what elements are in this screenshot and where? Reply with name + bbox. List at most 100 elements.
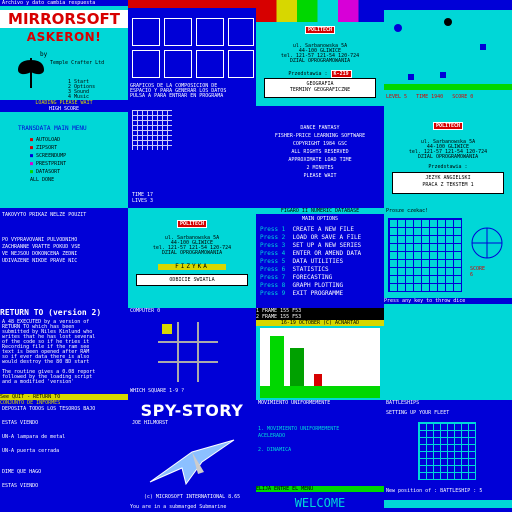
text-line: COPYRIGHT 1984 GSC: [292, 141, 348, 147]
option-row[interactable]: Press 1 CREATE A NEW FILE: [260, 226, 361, 234]
politech-badge: POLITECH: [176, 220, 208, 228]
menu-item[interactable]: ALL DONE: [30, 176, 66, 184]
top-line: Archivo y dato cambia respuesta: [0, 0, 128, 6]
text-line: VE NEJSOU DOKONCENA ZEDNI: [2, 251, 78, 257]
menu-item[interactable]: JEZYK ANGIELSKI: [393, 175, 503, 182]
text-line: 2 MINUTES: [306, 165, 334, 171]
topic-panel[interactable]: ODBICIE SWIATLA: [136, 274, 248, 286]
menu-item[interactable]: ■ ZIPSORT: [30, 144, 66, 152]
ground-strip: [384, 84, 512, 90]
bug-sprite: [440, 72, 446, 78]
jet-icon: [142, 432, 242, 490]
bottom-line: You are in a submarged Submarine: [130, 504, 227, 510]
tile-r5c3: MOVIMIENTO UNIFORMEMENTE 1. MOVIMIENTO U…: [256, 400, 384, 512]
address-line: DZIAL OPROGRAMOWANIA: [289, 58, 351, 64]
x-marker: [162, 324, 172, 334]
shape-cell: [164, 50, 192, 78]
shape-cell: [164, 18, 192, 46]
text-line: APPROXIMATE LOAD TIME: [288, 157, 352, 163]
shape-cell: [196, 50, 224, 78]
menu-item[interactable]: 2. DINAMICA: [258, 447, 339, 454]
tile-r4c4: [384, 308, 512, 400]
ground-strip: [260, 386, 380, 398]
wait-label: Prosze czekac!: [386, 208, 429, 214]
info-line: PULSA A PARA ENTRAR EN PROGRAMA: [130, 93, 224, 99]
target-icon: [470, 226, 504, 260]
welcome-text: WELCOME: [294, 496, 346, 510]
bug-sprite: [480, 44, 486, 50]
address-block: ul. Sarbanowska 5A 44-100 GLIWICE tel. 1…: [256, 44, 384, 64]
setup-prompt: SETTING UP YOUR FLEET: [386, 410, 450, 416]
bug-sprite: [394, 24, 402, 32]
menu-items: ■ AUTOLOAD ■ ZIPSORT ■ SCREENDUMP ■ PRES…: [30, 136, 66, 184]
menu-panel: GEOGRAFIA TERMINY GEOGRAFICZNE: [264, 78, 376, 98]
loading-text: DANCE FANTASY FISHER-PRICE LEARNING SOFT…: [256, 124, 384, 180]
menu-item[interactable]: PRACA Z TEKSTEM 1: [393, 182, 503, 189]
tile-r2c1: LOADING PLEASE WAIT HIGH SCORE TRANSDATA…: [0, 100, 128, 208]
text-line: ALL RIGHTS RESERVED: [291, 149, 349, 155]
bottom-bar: [384, 500, 512, 508]
tile-r2c3: DANCE FANTASY FISHER-PRICE LEARNING SOFT…: [256, 100, 384, 208]
option-row[interactable]: Press 8 GRAPH PLOTTING: [260, 282, 361, 290]
tile-r5c4: BATTLESHIPS SETTING UP YOUR FLEET New po…: [384, 400, 512, 512]
fleet-grid[interactable]: [418, 422, 476, 480]
spectrum-stripes: [256, 0, 384, 22]
menu-item[interactable]: TERMINY GEOGRAFICZNE: [265, 87, 375, 93]
text-line: PLEASE WAIT: [303, 173, 337, 179]
shape-cell: [228, 18, 254, 46]
tile-r4c3: 1 FRAME 155 F53 2 FRAME 155 F53 16-19 OC…: [256, 308, 384, 400]
tile-r5c2: SPY-STORY JOE HILMORST (c) MICROSOFT INT…: [128, 400, 256, 512]
shape-cell: [132, 50, 160, 78]
address-line: DZIAL OPROGRAMOWANIA: [417, 154, 479, 160]
option-row[interactable]: Press 7 FORECASTING: [260, 274, 361, 282]
db-header: FIGARO II NUMERIC DATABASE: [256, 208, 384, 214]
game-title: SPY-STORY: [140, 401, 244, 420]
options-title: MAIN OPTIONS: [301, 216, 339, 222]
menu-item[interactable]: 1. MOVIMIENTO UNIFORMEMENTE: [258, 426, 339, 433]
politech-badge: POLITECH: [432, 122, 464, 130]
code-badge: K-219: [330, 70, 352, 78]
shape-cell: [228, 50, 254, 78]
doc-title: RETURN TO (version 2): [0, 308, 102, 317]
physics-header: MOVIMIENTO UNIFORMEMENTE: [258, 400, 331, 406]
option-row[interactable]: Press 6 STATISTICS: [260, 266, 361, 274]
address-line: DZIAL OPROGRAMOWANIA: [161, 250, 223, 256]
brand-logo: MIRRORSOFT: [0, 10, 128, 28]
option-row[interactable]: Press 4 ENTER OR AMEND DATA: [260, 250, 361, 258]
lives-label: LIVES 3: [132, 198, 154, 204]
tictactoe-board[interactable]: [158, 322, 218, 382]
tile-r1c4: LEVEL 5 TIME 1940 SCORE 0: [384, 0, 512, 100]
subject-title: FIZYKA: [158, 264, 226, 270]
menu-item[interactable]: ■ DATASORT: [30, 168, 66, 176]
menu-list: 1 Start 2 Options 3 Sound 4 Music: [68, 80, 95, 100]
politech-badge: POLITECH: [304, 26, 336, 34]
option-row[interactable]: Press 9 EXIT PROGRAMME: [260, 290, 361, 298]
menu-item[interactable]: ■ PRESTPRINT: [30, 160, 66, 168]
computer-label: COMPUTER 0: [130, 308, 161, 314]
menu-item[interactable]: ■ SCREENDUMP: [30, 152, 66, 160]
menu-item[interactable]: ■ AUTOLOAD: [30, 136, 66, 144]
physics-menu: 1. MOVIMIENTO UNIFORMEMENTE ACELERADO 2.…: [258, 426, 339, 454]
top-bar: [128, 0, 256, 8]
pixel-grid: [132, 110, 172, 150]
address-block: ul. Sarbanowska 5A 44-100 GLIWICE tel. 1…: [384, 140, 512, 160]
option-row[interactable]: Press 2 LOAD OR SAVE A FILE: [260, 234, 361, 242]
bug-sprite: [408, 74, 414, 80]
adventure-text: DEPOSITA TODOS LOS TESOROS BAJO ESTAS VI…: [2, 406, 96, 489]
dice-prompt: Press any key to throw dice: [384, 298, 512, 304]
options-list: Press 1 CREATE A NEW FILE Press 2 LOAD O…: [260, 226, 361, 298]
menu-panel: JEZYK ANGIELSKI PRACA Z TEKSTEM 1: [392, 172, 504, 194]
board-grid[interactable]: [388, 218, 462, 292]
doc-body: A 48 EXECUTED by a version of RETURN TO …: [2, 319, 96, 385]
subheader: HIGH SCORE: [0, 106, 128, 112]
menu-item[interactable]: ACELERADO: [258, 433, 339, 440]
game-scene: [260, 328, 380, 398]
text-line: ZACHRANNE VRATTE POKUD VSE: [2, 244, 81, 250]
text-line: UDIVAZENE NIKDE PRAVE NIC: [2, 258, 78, 264]
shape-cell: [196, 18, 224, 46]
prompt-label: Przedstawia :: [428, 164, 468, 170]
option-row[interactable]: Press 3 SET UP A NEW SERIES: [260, 242, 361, 250]
option-row[interactable]: Press 5 DATA UTILITIES: [260, 258, 361, 266]
position-prompt: New position of : BATTLESHIP : 5: [386, 488, 483, 494]
tile-r1c3: POLITECH ul. Sarbanowska 5A 44-100 GLIWI…: [256, 0, 384, 100]
